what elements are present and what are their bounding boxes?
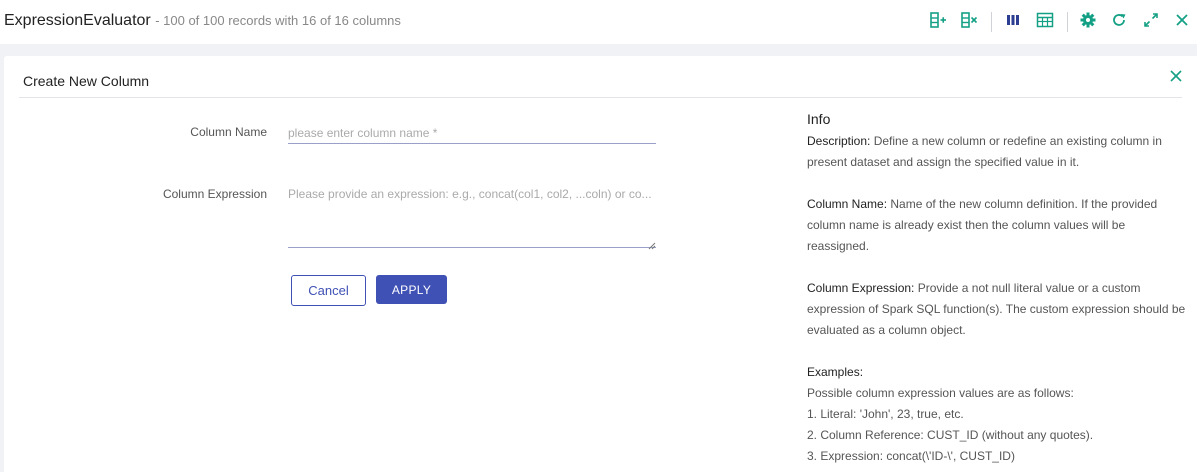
top-bar: ExpressionEvaluator - 100 of 100 records… (0, 0, 1197, 44)
info-description-label: Description: (807, 134, 871, 148)
info-section: Info Description: Define a new column or… (807, 111, 1187, 467)
column-expression-label: Column Expression (162, 187, 267, 201)
toolbar-separator (991, 12, 992, 32)
create-column-panel: Create New Column Column Name Column Exp… (4, 56, 1197, 472)
settings-icon[interactable] (1079, 10, 1097, 30)
toolbar (0, 10, 1197, 32)
panel-close-icon[interactable] (1168, 68, 1184, 84)
column-name-label: Column Name (190, 125, 267, 139)
info-description: Description: Define a new column or rede… (807, 131, 1187, 173)
toolbar-separator (1067, 12, 1068, 32)
info-column-expression-label: Column Expression: (807, 281, 915, 295)
info-title: Info (807, 111, 831, 127)
info-example-item: 3. Expression: concat(\'ID-\', CUST_ID) (807, 449, 1015, 463)
table-view-icon[interactable] (1036, 10, 1054, 30)
info-column-name: Column Name: Name of the new column defi… (807, 194, 1187, 257)
apply-button[interactable]: APPLY (376, 275, 447, 304)
refresh-icon[interactable] (1110, 10, 1128, 30)
resize-handle-icon[interactable] (648, 237, 656, 250)
expand-icon[interactable] (1142, 10, 1160, 30)
info-column-expression: Column Expression: Provide a not null li… (807, 278, 1187, 341)
panel-divider (19, 97, 1182, 98)
add-column-icon[interactable] (929, 10, 947, 30)
info-example-item: 1. Literal: 'John', 23, true, etc. (807, 407, 964, 421)
cancel-button[interactable]: Cancel (291, 275, 366, 306)
columns-view-icon[interactable] (1004, 10, 1022, 30)
close-icon[interactable] (1173, 10, 1191, 30)
remove-column-icon[interactable] (960, 10, 978, 30)
info-example-item: 2. Column Reference: CUST_ID (without an… (807, 428, 1094, 442)
panel-title: Create New Column (23, 73, 150, 89)
column-expression-textarea[interactable] (288, 186, 656, 248)
info-examples-intro: Possible column expression values are as… (807, 386, 1074, 400)
info-column-name-label: Column Name: (807, 197, 888, 211)
info-examples-label: Examples: (807, 365, 864, 379)
column-name-input[interactable] (288, 122, 656, 144)
